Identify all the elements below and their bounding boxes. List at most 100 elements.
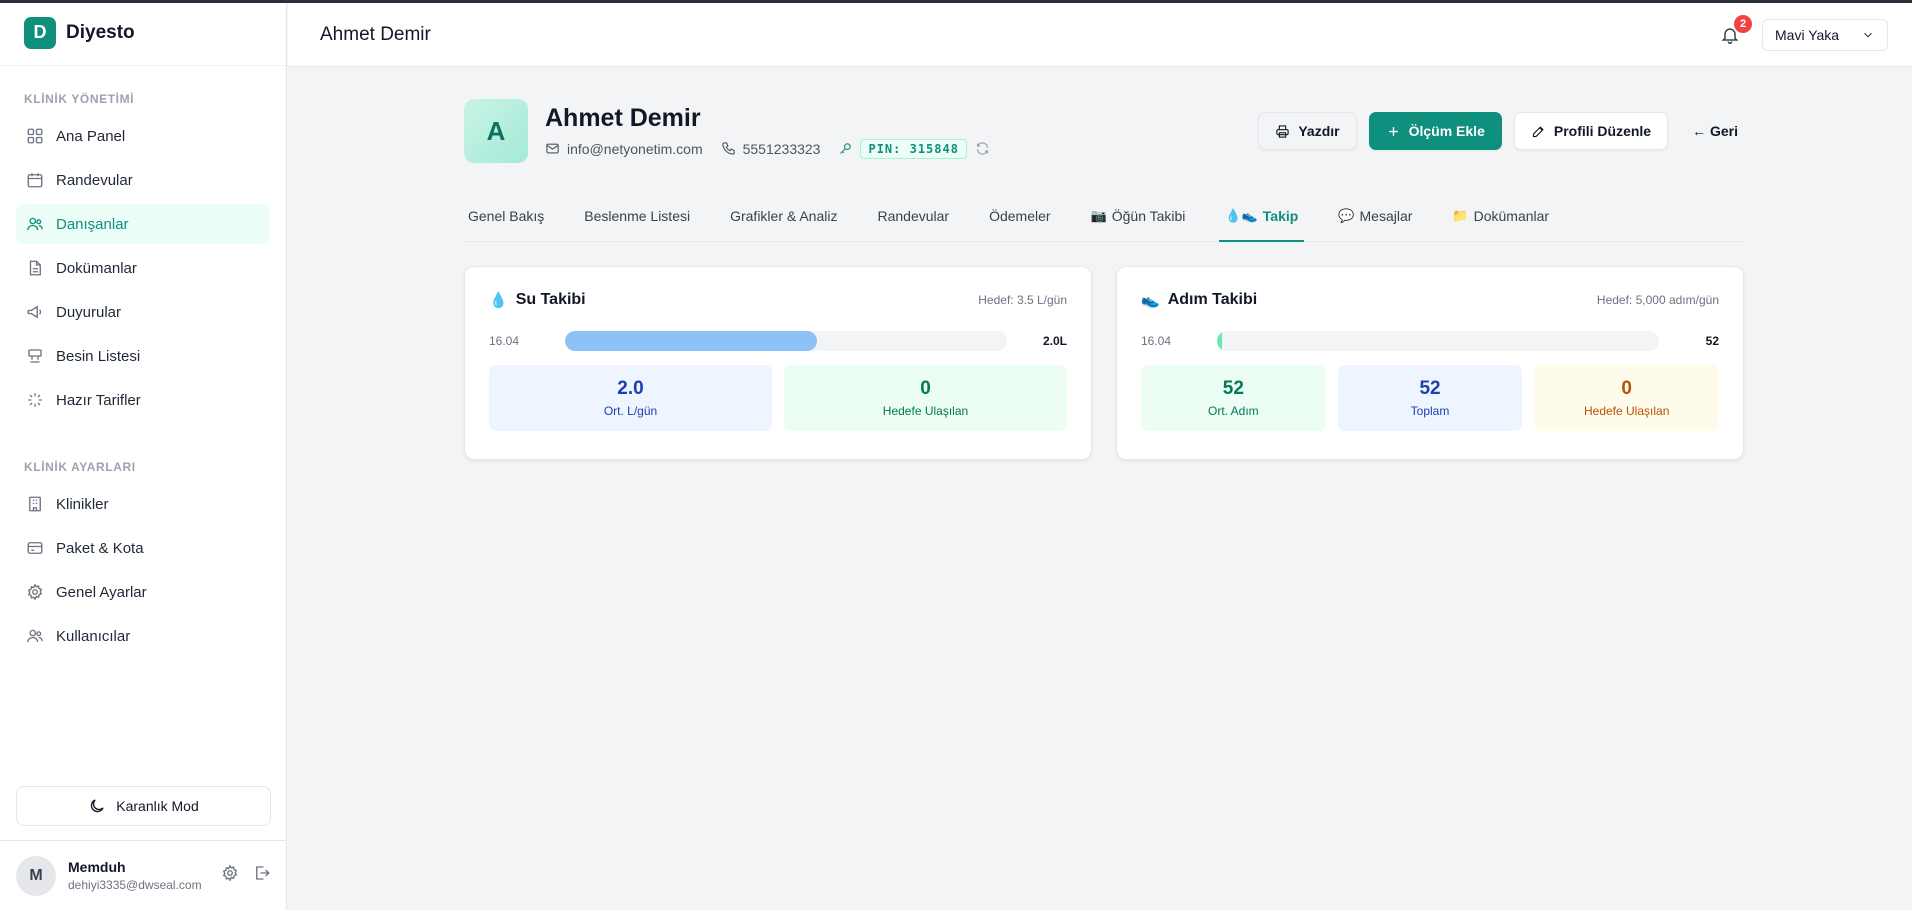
edit-profile-button[interactable]: Profili Düzenle (1513, 112, 1669, 150)
tab-label: Genel Bakış (468, 207, 545, 224)
key-icon (838, 141, 860, 156)
print-button[interactable]: Yazdır (1258, 112, 1357, 150)
steps-tracking-card: 👟 Adım Takibi Hedef: 5,000 adım/gün 16.04… (1116, 266, 1744, 460)
client-pin: PIN: 315848 (838, 138, 967, 159)
sidebar-item-label: Danışanlar (56, 215, 129, 233)
building-icon (26, 495, 44, 513)
back-button[interactable]: ← Geri (1680, 112, 1742, 150)
tab-label: Randevular (877, 207, 950, 224)
stat-label: Hedefe Ulaşılan (882, 404, 969, 418)
stat-value: 52 (1419, 378, 1441, 399)
notification-badge: 2 (1734, 14, 1752, 33)
tab-label: Takip (1262, 207, 1299, 224)
chevron-down-icon (1861, 28, 1875, 42)
sidebar-item-users[interactable]: Kullanıcılar (16, 616, 270, 656)
client-avatar: A (464, 99, 528, 163)
steps-day-row: 16.04 52 (1141, 331, 1719, 351)
page-title: Ahmet Demir (320, 23, 431, 45)
tab-label: Mesajlar (1359, 207, 1413, 224)
mail-icon (545, 141, 567, 156)
sidebar-item-package-quota[interactable]: Paket & Kota (16, 528, 270, 568)
sidebar-item-clients[interactable]: Danışanlar (16, 204, 270, 244)
water-card-title: Su Takibi (515, 291, 586, 308)
avatar[interactable]: M (16, 855, 56, 896)
water-drop-icon: 💧 (489, 292, 508, 309)
steps-goal: Hedef: 5,000 adım/gün (1596, 293, 1719, 307)
main-content: A Ahmet Demir info@netyonetim.com 555123… (464, 90, 1744, 460)
sidebar-item-label: Duyurular (56, 303, 122, 321)
shoe-icon: 👟 (1141, 292, 1160, 309)
tab-payments[interactable]: Ödemeler (989, 190, 1050, 241)
water-progress-fill (565, 331, 818, 351)
stat-value: 2.0 (617, 378, 644, 399)
sidebar-item-label: Klinikler (56, 495, 109, 513)
tab-meal-tracking[interactable]: 📷 Öğün Takibi (1091, 190, 1186, 241)
water-day-value: 2.0L (1042, 334, 1067, 348)
sidebar-item-dashboard[interactable]: Ana Panel (16, 116, 270, 156)
clinic-select[interactable]: Mavi Yaka (1762, 18, 1888, 51)
add-measurement-button[interactable]: Ölçüm Ekle (1368, 112, 1502, 150)
steps-progress-track (1217, 331, 1659, 351)
sparkle-icon (26, 391, 44, 409)
client-name: Ahmet Demir (545, 103, 701, 132)
tab-tracking[interactable]: 💧👟 Takip (1219, 190, 1305, 242)
notifications-button[interactable]: 2 (1716, 14, 1752, 49)
sidebar-item-label: Hazır Tarifler (56, 391, 141, 409)
user-name: Memduh (68, 859, 126, 875)
water-progress-track (565, 331, 1007, 351)
pencil-icon (1531, 124, 1554, 139)
dark-mode-button[interactable]: Karanlık Mod (16, 786, 271, 826)
water-tracking-card: 💧 Su Takibi Hedef: 3.5 L/gün 16.04 2.0L 2… (464, 266, 1092, 460)
tab-documents[interactable]: 📁 Dokümanlar (1452, 190, 1549, 241)
printer-icon (1275, 124, 1298, 139)
sidebar-item-label: Randevular (56, 171, 133, 189)
window-top-border (0, 0, 1912, 3)
client-tabs: Genel Bakış Beslenme Listesi Grafikler &… (464, 190, 1744, 242)
sidebar-item-clinics[interactable]: Klinikler (16, 484, 270, 524)
client-phone: 5551233323 (721, 140, 821, 157)
sidebar-item-appointments[interactable]: Randevular (16, 160, 270, 200)
refresh-icon[interactable] (975, 141, 997, 156)
brand[interactable]: D Diyesto (0, 0, 286, 66)
sidebar-item-label: Paket & Kota (56, 539, 144, 557)
water-goal: Hedef: 3.5 L/gün (978, 293, 1067, 307)
sidebar-item-recipes[interactable]: Hazır Tarifler (16, 380, 270, 420)
add-measurement-label: Ölçüm Ekle (1408, 123, 1485, 139)
stat-value: 0 (1621, 378, 1632, 399)
water-drop-shoe-icon: 💧👟 (1225, 207, 1258, 223)
user-panel: M Memduh dehiyi3335@dwseal.com (0, 840, 287, 910)
tab-overview[interactable]: Genel Bakış (468, 190, 544, 241)
megaphone-icon (26, 303, 44, 321)
stat-label: Hedefe Ulaşılan (1583, 404, 1670, 418)
tab-nutrition-list[interactable]: Beslenme Listesi (584, 190, 690, 241)
client-phone-text: 5551233323 (742, 140, 821, 157)
brand-name: Diyesto (66, 21, 135, 43)
sidebar-item-documents[interactable]: Dokümanlar (16, 248, 270, 288)
tab-label: Dokümanlar (1473, 207, 1550, 224)
tab-label: Grafikler & Analiz (730, 207, 838, 224)
calendar-icon (26, 171, 44, 189)
tab-appointments[interactable]: Randevular (877, 190, 949, 241)
stat-label: Ort. Adım (1207, 404, 1259, 418)
tab-charts-analysis[interactable]: Grafikler & Analiz (730, 190, 837, 241)
moon-icon (88, 797, 116, 815)
stat-value: 0 (920, 378, 931, 399)
sidebar-item-announcements[interactable]: Duyurular (16, 292, 270, 332)
sidebar-item-food-list[interactable]: Besin Listesi (16, 336, 270, 376)
sidebar-item-label: Besin Listesi (56, 347, 141, 365)
section-label-clinic-settings: KLİNİK AYARLARI (24, 460, 136, 474)
sidebar-footer: Karanlık Mod M Memduh dehiyi3335@dwseal.… (0, 786, 287, 910)
sidebar-item-general-settings[interactable]: Genel Ayarlar (16, 572, 270, 612)
tab-messages[interactable]: 💬 Mesajlar (1338, 190, 1412, 241)
food-icon (26, 347, 44, 365)
pin-badge: PIN: 315848 (860, 138, 967, 159)
logout-icon[interactable] (253, 864, 271, 887)
tab-label: Ödemeler (989, 207, 1051, 224)
steps-avg-stat: 52 Ort. Adım (1141, 365, 1326, 431)
settings-gear-icon[interactable] (221, 864, 239, 887)
card-icon (26, 539, 44, 557)
steps-total-stat: 52 Toplam (1337, 365, 1523, 431)
print-button-label: Yazdır (1298, 123, 1340, 139)
steps-card-title: Adım Takibi (1167, 291, 1258, 308)
water-goal-reached-stat: 0 Hedefe Ulaşılan (784, 365, 1067, 431)
